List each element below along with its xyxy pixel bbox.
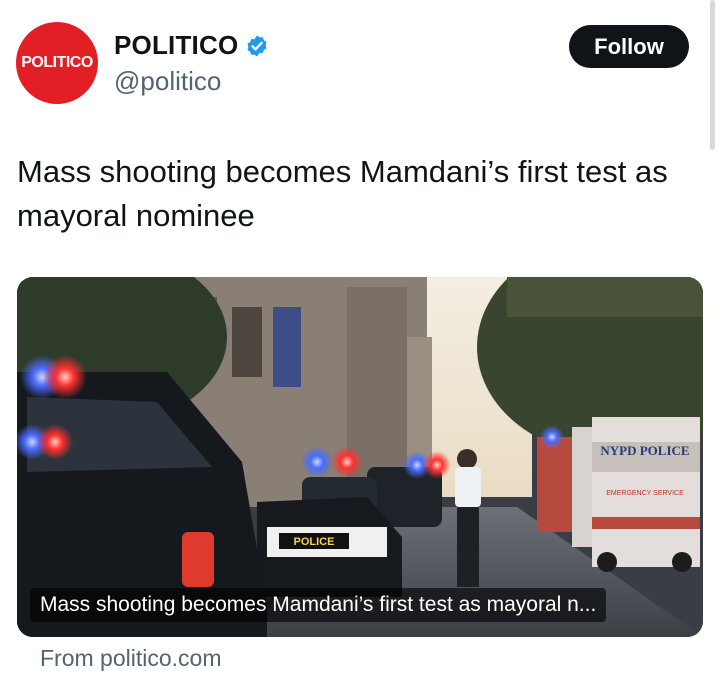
verified-badge-icon xyxy=(247,35,267,56)
card-image: NYPD POLICE EMERGENCY SERVICE POLICE xyxy=(17,277,703,637)
display-name[interactable]: POLITICO xyxy=(114,30,269,61)
display-name-text: POLITICO xyxy=(114,30,239,60)
avatar[interactable]: POLITICO xyxy=(16,22,98,104)
emergency-service-label: EMERGENCY SERVICE xyxy=(606,490,684,497)
card-title: Mass shooting becomes Mamdani’s first te… xyxy=(30,588,607,622)
nypd-truck-label: NYPD POLICE xyxy=(600,443,689,458)
card-source[interactable]: From politico.com xyxy=(40,645,221,672)
tweet-text: Mass shooting becomes Mamdani’s first te… xyxy=(17,154,668,233)
follow-button[interactable]: Follow xyxy=(569,25,689,68)
avatar-logo-text: POLITICO xyxy=(21,54,93,71)
scrollbar[interactable] xyxy=(710,0,715,150)
account-handle[interactable]: @politico xyxy=(114,66,221,97)
link-card[interactable]: NYPD POLICE EMERGENCY SERVICE POLICE xyxy=(17,277,703,637)
police-car-label: POLICE xyxy=(294,536,335,548)
